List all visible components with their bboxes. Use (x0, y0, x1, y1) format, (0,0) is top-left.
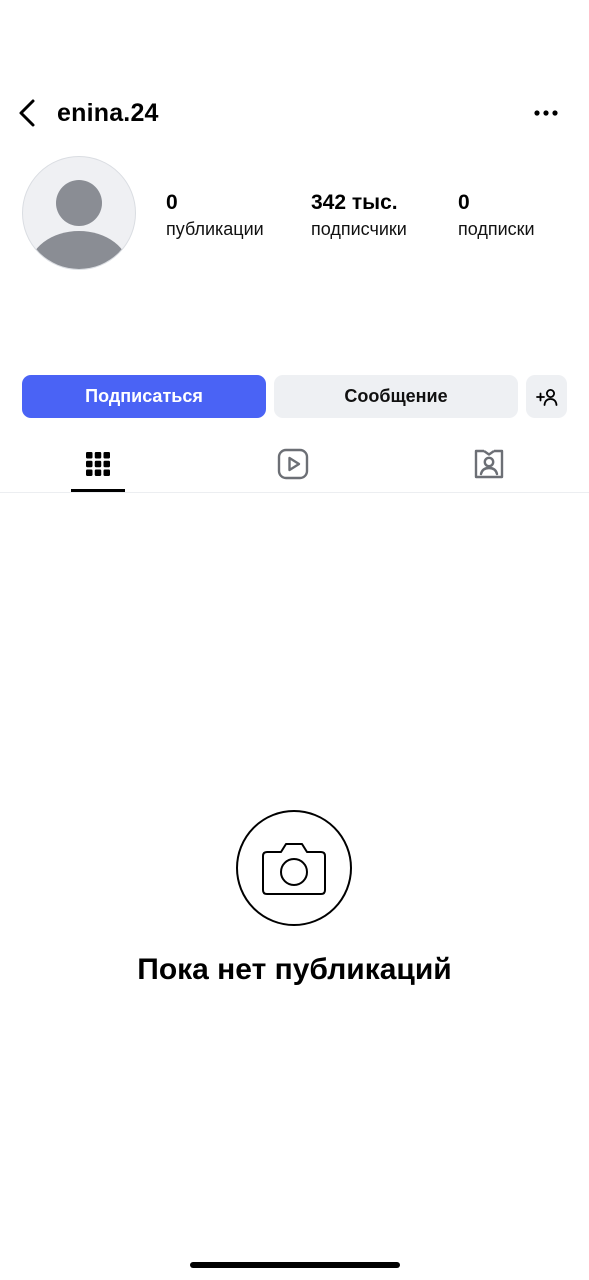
stat-followers-label: подписчики (311, 219, 407, 239)
avatar[interactable] (22, 156, 136, 270)
camera-icon (262, 843, 326, 895)
more-horizontal-icon (534, 110, 558, 116)
tab-tagged[interactable] (461, 440, 517, 488)
empty-state-title: Пока нет публикаций (137, 953, 452, 986)
reels-icon (277, 448, 309, 480)
stat-following-count: 0 (458, 191, 470, 214)
follow-button[interactable]: Подписаться (22, 375, 266, 418)
stat-posts-count: 0 (166, 191, 178, 214)
tagged-icon (474, 449, 504, 479)
home-indicator[interactable] (190, 1262, 400, 1268)
back-button[interactable] (10, 96, 44, 130)
stat-posts[interactable]: 0 публикации (166, 190, 264, 241)
add-person-icon (535, 388, 557, 406)
stat-following-label: подписки (458, 219, 535, 239)
profile-username: enina.24 (57, 99, 159, 127)
tab-posts-grid[interactable] (70, 440, 126, 488)
suggested-people-button[interactable] (526, 375, 567, 418)
grid-icon (86, 452, 110, 476)
empty-state-icon-circle (236, 810, 352, 926)
more-options-button[interactable] (528, 96, 564, 130)
stat-followers[interactable]: 342 тыс. подписчики (311, 190, 407, 241)
default-avatar-icon (29, 180, 129, 269)
stat-following[interactable]: 0 подписки (458, 190, 535, 241)
stat-followers-count: 342 тыс. (311, 191, 398, 214)
tab-divider (0, 492, 589, 493)
message-button[interactable]: Сообщение (274, 375, 518, 418)
tab-reels[interactable] (265, 440, 321, 488)
chevron-left-icon (19, 99, 35, 127)
stat-posts-label: публикации (166, 219, 264, 239)
